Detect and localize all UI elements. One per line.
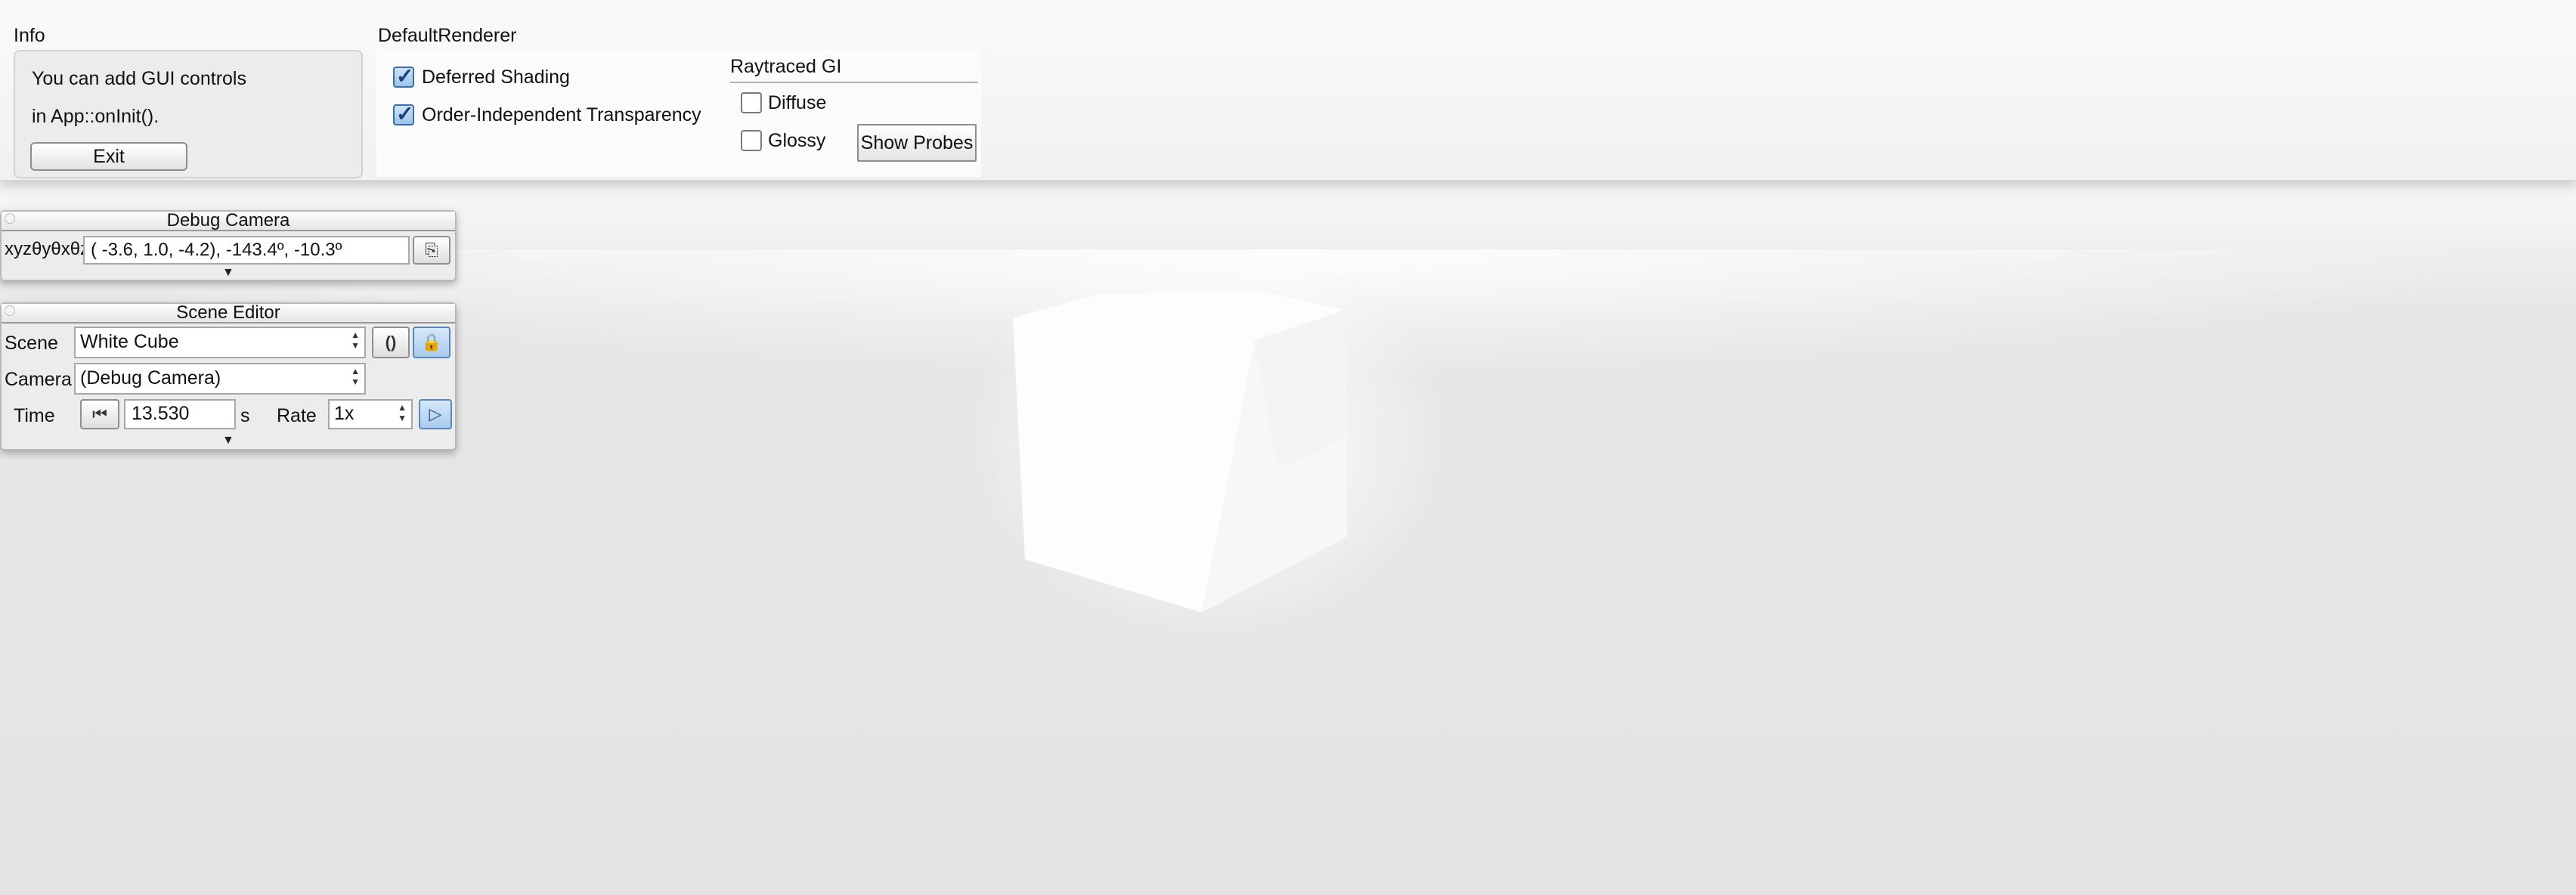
time-field[interactable]: 13.530 — [124, 399, 236, 429]
info-panel: You can add GUI controls in App::onInit(… — [14, 50, 363, 178]
updown-arrow-icon: ▲ ▼ — [351, 366, 360, 387]
deferred-shading-checkbox[interactable]: ✓ — [393, 64, 414, 88]
rate-dropdown[interactable]: 1x ▲ ▼ — [328, 399, 413, 429]
scene-editor-window[interactable]: Scene Editor Scene White Cube ▲ ▼ () 🔒 Ca… — [0, 302, 457, 451]
oit-label: Order-Independent Transparency — [422, 104, 701, 125]
updown-arrow-icon: ▲ ▼ — [398, 402, 407, 423]
info-line-1: You can add GUI controls — [32, 68, 246, 89]
camera-coord-field[interactable]: ( -3.6, 1.0, -4.2), -143.4º, -10.3º — [83, 236, 410, 265]
scene-dropdown[interactable]: White Cube ▲ ▼ — [74, 327, 366, 358]
debug-camera-window[interactable]: Debug Camera xyzθyθxθz ( -3.6, 1.0, -4.2… — [0, 210, 457, 281]
debug-camera-title[interactable]: Debug Camera — [2, 212, 455, 231]
time-label: Time — [14, 405, 55, 426]
gi-divider — [730, 82, 978, 83]
camera-coord-label: xyzθyθxθz — [5, 239, 90, 259]
deferred-shading-label: Deferred Shading — [422, 67, 570, 88]
show-probes-button[interactable]: Show Probes — [857, 124, 977, 162]
checkmark-icon: ✓ — [396, 102, 414, 125]
rate-label: Rate — [277, 405, 317, 426]
close-icon[interactable] — [5, 213, 15, 224]
expand-icon[interactable]: ▼ — [222, 266, 234, 280]
updown-arrow-icon: ▲ ▼ — [351, 330, 360, 351]
play-icon[interactable]: ▷ — [419, 399, 452, 429]
reload-icon[interactable]: () — [372, 327, 410, 358]
rewind-icon[interactable]: ⏮ — [80, 399, 119, 429]
info-section-title: Info — [14, 25, 45, 46]
scene-label: Scene — [5, 333, 58, 354]
info-line-2: in App::onInit(). — [32, 106, 159, 127]
renderer-section-title: DefaultRenderer — [378, 25, 517, 46]
raytraced-gi-title: Raytraced GI — [730, 56, 842, 77]
scene-dropdown-value: White Cube — [80, 331, 179, 352]
renderer-panel: ✓ Deferred Shading ✓ Order-Independent T… — [376, 50, 981, 177]
white-cube — [1013, 292, 1347, 612]
camera-label: Camera — [5, 369, 72, 390]
time-unit: s — [240, 405, 250, 426]
camera-dropdown-value: (Debug Camera) — [80, 367, 221, 389]
glossy-label: Glossy — [768, 130, 826, 151]
lock-icon[interactable]: 🔒 — [413, 327, 450, 358]
rate-dropdown-value: 1x — [334, 403, 355, 424]
exit-button[interactable]: Exit — [30, 142, 187, 171]
developer-toolbar: Info You can add GUI controls in App::on… — [0, 0, 2576, 181]
diffuse-checkbox[interactable] — [741, 92, 762, 113]
clipboard-icon[interactable]: ⎘ — [413, 236, 450, 265]
scene-editor-title[interactable]: Scene Editor — [2, 304, 455, 324]
checkmark-icon: ✓ — [396, 64, 414, 88]
diffuse-label: Diffuse — [768, 92, 827, 113]
close-icon[interactable] — [5, 305, 15, 316]
expand-icon[interactable]: ▼ — [222, 434, 234, 448]
glossy-checkbox[interactable] — [741, 130, 762, 151]
oit-checkbox[interactable]: ✓ — [393, 102, 414, 125]
camera-dropdown[interactable]: (Debug Camera) ▲ ▼ — [74, 363, 366, 395]
